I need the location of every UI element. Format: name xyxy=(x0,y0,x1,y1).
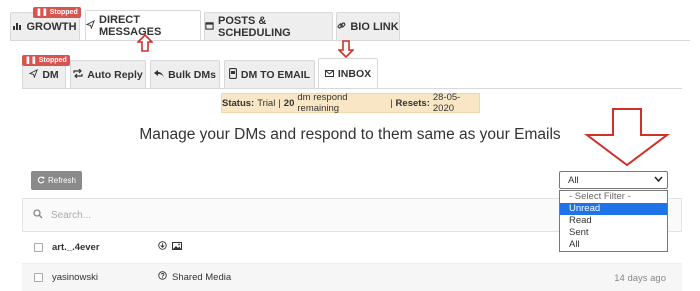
phone-icon xyxy=(228,67,237,82)
download-icon xyxy=(158,241,167,253)
filter-dropdown: - Select Filter - Unread Read Sent All xyxy=(559,190,668,252)
row-checkbox[interactable] xyxy=(34,273,43,282)
tab-dm-to-email[interactable]: DM TO EMAIL xyxy=(224,60,315,88)
refresh-icon xyxy=(37,176,45,186)
image-icon xyxy=(172,241,182,253)
separator: | xyxy=(390,97,393,109)
dm-count: 20 xyxy=(283,97,295,109)
status-badge: ❚❚ Stopped xyxy=(22,55,70,66)
row-icons xyxy=(158,241,182,253)
row-icons: Shared Media xyxy=(158,271,231,283)
separator: | xyxy=(278,97,281,109)
send-icon xyxy=(85,19,95,32)
filter-selected: All xyxy=(568,174,579,186)
table-row[interactable]: yasinowski Shared Media 14 days ago xyxy=(22,263,682,291)
tab-label: INBOX xyxy=(337,67,372,80)
filter-option-read[interactable]: Read xyxy=(560,215,667,227)
chevron-down-icon xyxy=(654,174,663,184)
filter-option[interactable]: - Select Filter - xyxy=(560,191,667,203)
tab-label: DM TO EMAIL xyxy=(240,68,311,81)
calendar-icon xyxy=(205,21,214,33)
repeat-icon xyxy=(73,68,83,81)
reply-icon xyxy=(154,69,165,81)
refresh-button[interactable]: Refresh xyxy=(31,171,82,190)
link-icon xyxy=(337,21,346,33)
filter-option-unread[interactable]: Unread xyxy=(560,203,667,215)
pause-icon: ❚❚ xyxy=(36,9,48,16)
annotation-arrow-down-icon xyxy=(337,40,355,63)
row-time: 14 days ago xyxy=(614,273,666,284)
tab-bulk-dms[interactable]: Bulk DMs xyxy=(150,60,220,88)
tab-auto-reply[interactable]: Auto Reply xyxy=(70,60,146,88)
row-preview-text: Shared Media xyxy=(172,271,232,283)
annotation-arrow-up-icon xyxy=(136,33,154,57)
sub-tab-bar: DM Auto Reply Bulk DMs DM TO EMAIL INBOX xyxy=(22,58,682,88)
tab-bio-link[interactable]: BIO LINK xyxy=(336,12,400,40)
status-label: Status: xyxy=(222,97,255,109)
row-checkbox[interactable] xyxy=(34,243,43,252)
status-badge: ❚❚ Stopped xyxy=(33,7,81,18)
resets-value: 28-05-2020 xyxy=(432,92,461,114)
tab-label: Auto Reply xyxy=(87,68,143,81)
tab-posts-scheduling[interactable]: POSTS & SCHEDULING xyxy=(204,12,333,40)
filter-option-sent[interactable]: Sent xyxy=(560,227,667,239)
status-value: Trial xyxy=(257,97,276,109)
refresh-label: Refresh xyxy=(47,176,76,185)
pause-icon: ❚❚ xyxy=(25,57,37,64)
dm-text: dm respond remaining xyxy=(297,92,348,114)
annotation-arrow-down-large-icon xyxy=(583,107,671,172)
tab-label: BIO LINK xyxy=(350,20,399,33)
top-tab-bar: GROWTH DIRECT MESSAGES POSTS & SCHEDULIN… xyxy=(10,10,690,40)
resets-label: Resets: xyxy=(395,97,430,109)
filter-select[interactable]: All xyxy=(559,171,668,189)
search-input[interactable]: Search... xyxy=(51,210,91,221)
tab-label: POSTS & SCHEDULING xyxy=(218,14,291,39)
row-username: yasinowski xyxy=(52,272,98,283)
tab-label: DM xyxy=(42,68,59,81)
status-banner: Status: Trial | 20 dm respond remaining … xyxy=(221,92,480,114)
sub-tab-divider xyxy=(22,88,682,89)
search-icon xyxy=(33,208,43,222)
row-username: art._.4ever xyxy=(52,242,100,253)
filter-option-all[interactable]: All xyxy=(560,239,667,251)
bar-chart-icon xyxy=(13,21,22,33)
tab-label: GROWTH xyxy=(26,20,77,33)
envelope-icon xyxy=(324,68,334,80)
send-icon xyxy=(28,68,39,81)
tab-label: Bulk DMs xyxy=(168,68,216,81)
question-icon xyxy=(158,271,167,283)
